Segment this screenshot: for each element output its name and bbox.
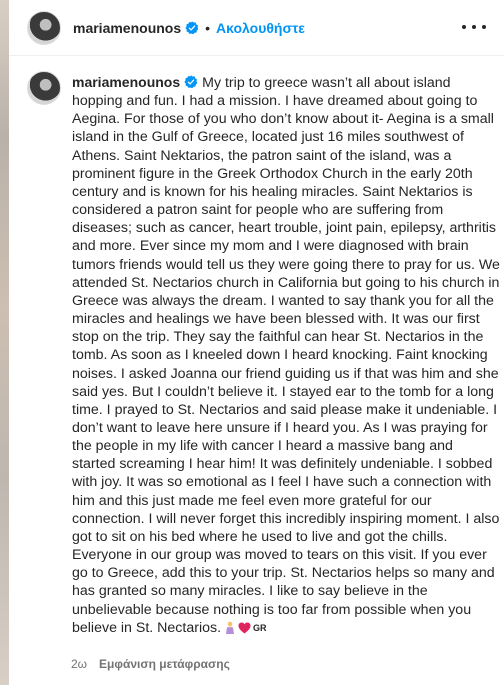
caption-text: mariamenounos My trip to greece wasn’t al… xyxy=(72,73,500,637)
flag-gr-text: GR xyxy=(253,622,267,633)
background-image-strip xyxy=(0,0,9,685)
more-options-icon[interactable] xyxy=(462,17,486,37)
see-translation-button[interactable]: Εμφάνιση μετάφρασης xyxy=(99,657,230,671)
profile-avatar[interactable] xyxy=(27,10,61,45)
header-username[interactable]: mariamenounos xyxy=(73,20,181,36)
verified-badge-icon xyxy=(184,75,198,89)
follow-button[interactable]: Ακολουθήστε xyxy=(216,20,305,36)
verified-badge-icon xyxy=(185,20,199,34)
praying-person-emoji xyxy=(226,621,235,634)
timestamp[interactable]: 2ω xyxy=(71,657,87,671)
post-meta: 2ω Εμφάνιση μετάφρασης xyxy=(71,657,230,671)
red-heart-emoji xyxy=(238,622,251,634)
caption-avatar[interactable] xyxy=(27,71,61,105)
caption-username[interactable]: mariamenounos xyxy=(72,74,180,90)
caption-body: My trip to greece wasn’t all about islan… xyxy=(72,75,500,636)
header-separator: • xyxy=(205,19,211,36)
post-header: mariamenounos • Ακολουθήστε xyxy=(9,0,504,56)
